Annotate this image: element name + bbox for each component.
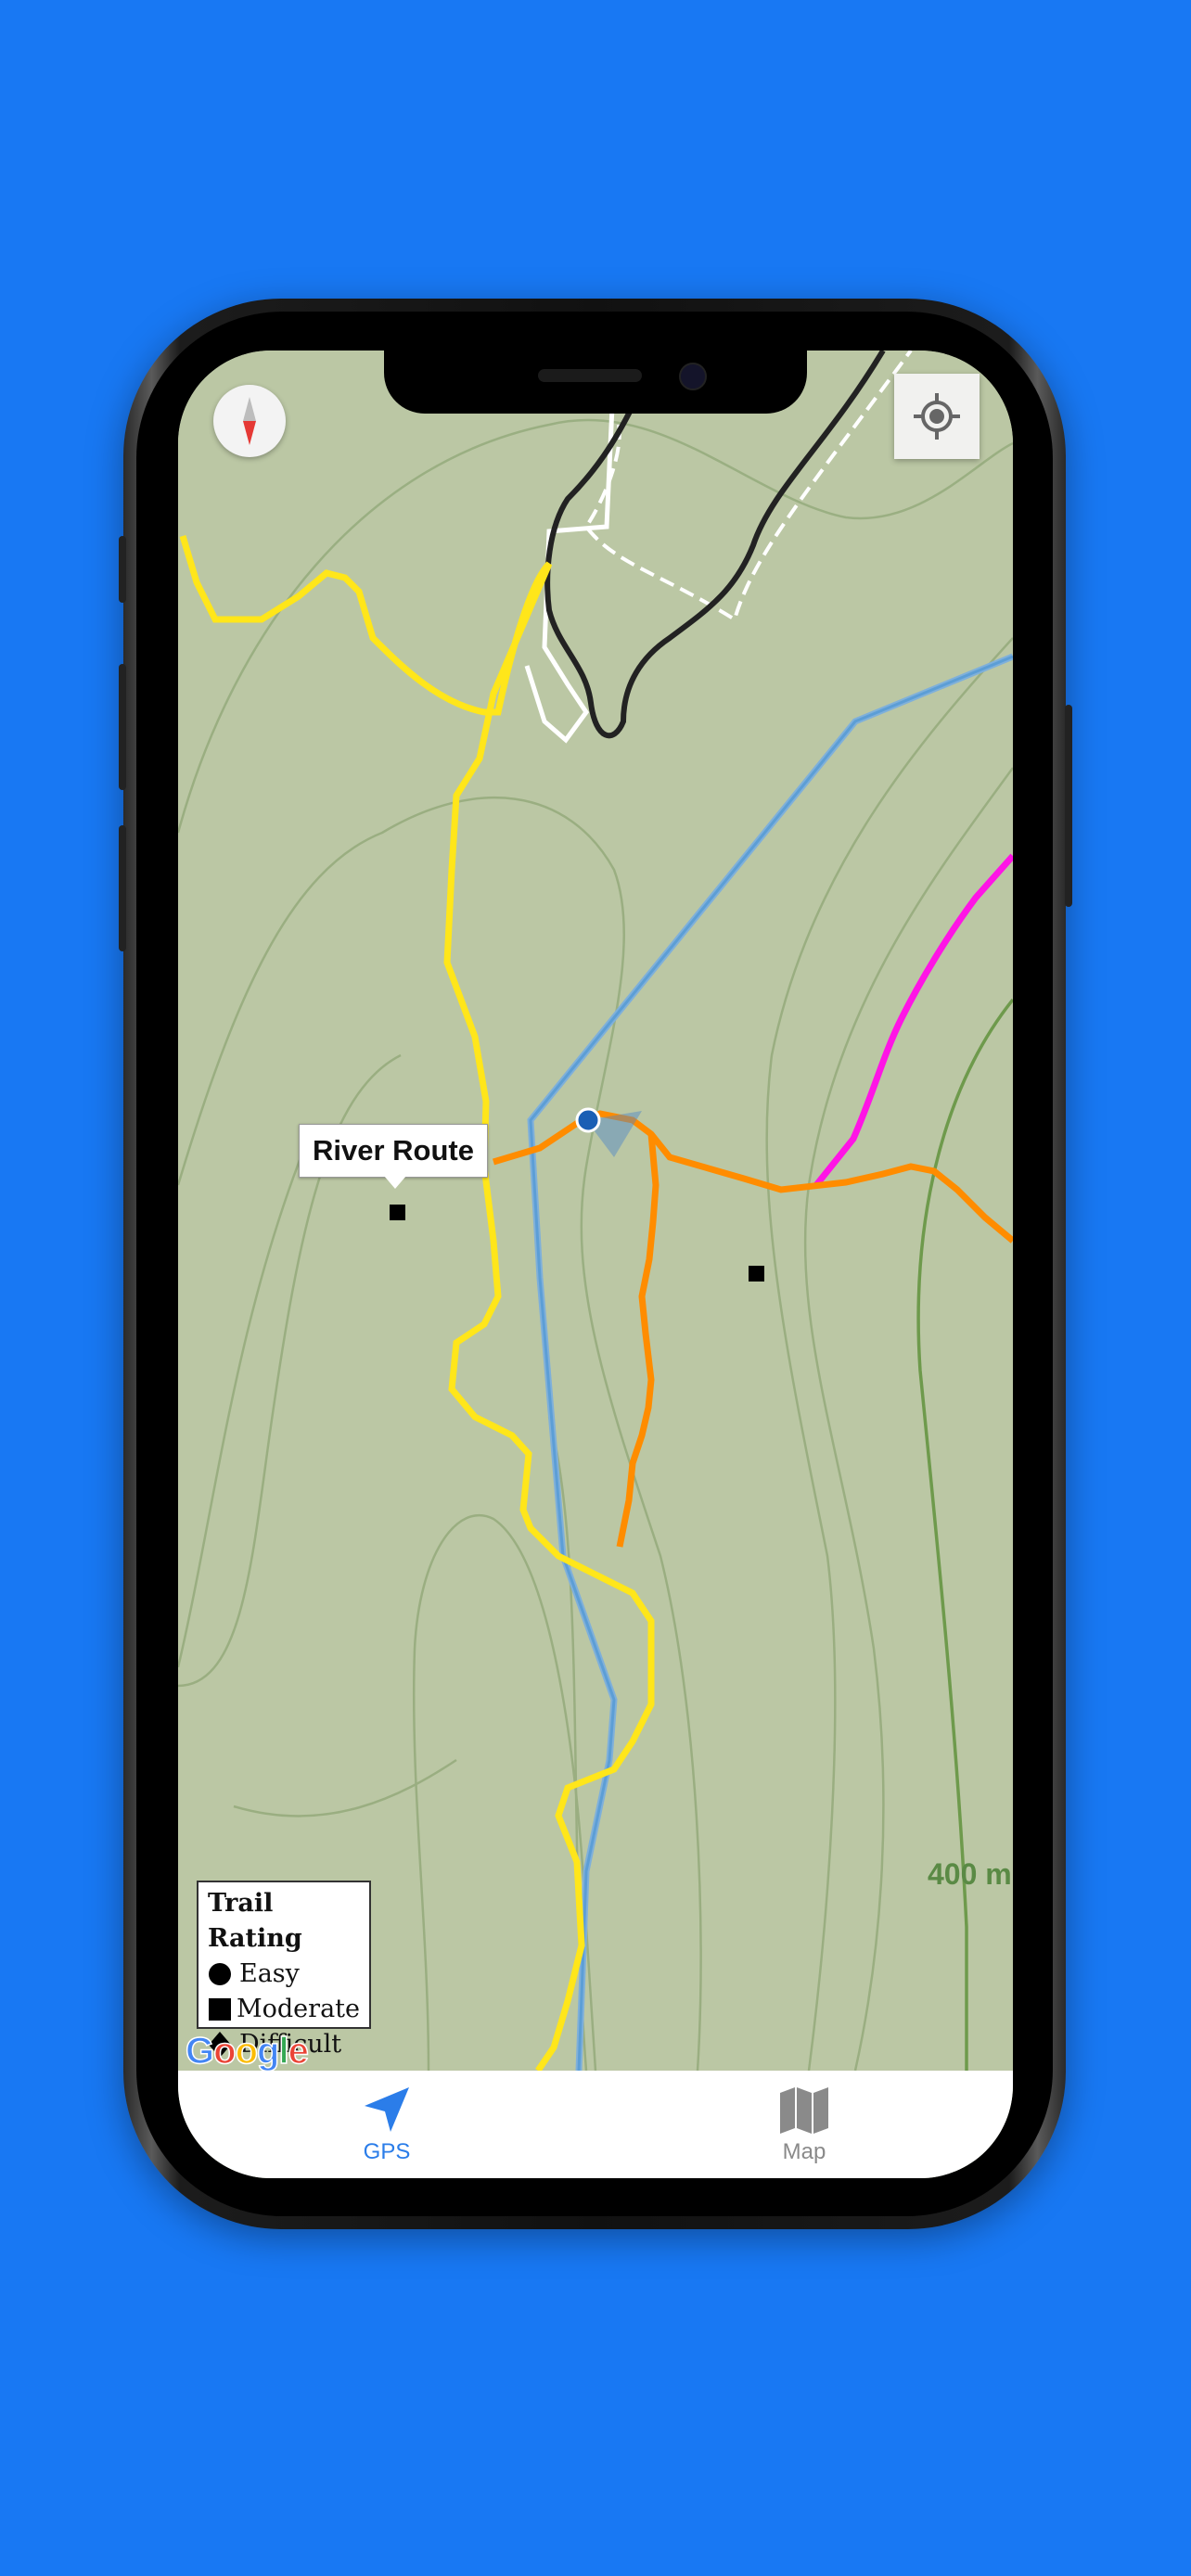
volume-down-button [119,825,126,951]
tab-gps-label: GPS [363,2139,411,2164]
bottom-tab-bar: GPS Map [178,2071,1013,2178]
app-screen: River Route 400 m Trail Rating Easy Mode… [178,351,1013,2178]
trail-callout[interactable]: River Route [299,1124,488,1178]
trailhead-marker-moderate [390,1205,405,1220]
notch [384,351,807,414]
legend-item-moderate: Moderate [208,1992,360,2027]
current-location-dot [575,1107,601,1133]
compass-icon [243,397,256,445]
locate-me-button[interactable] [894,374,980,459]
trail-rating-legend: Trail Rating Easy Moderate Difficult [197,1881,371,2059]
front-camera [679,363,707,390]
trail-map[interactable] [178,351,1013,2071]
power-button [1065,705,1072,907]
navigation-arrow-icon [365,2087,409,2132]
legend-item-easy: Easy [208,1957,360,1992]
contour-elevation-label: 400 m [928,1857,1012,1891]
square-icon [208,1997,237,2021]
compass-button[interactable] [213,385,286,457]
crosshair-icon [914,393,960,440]
earpiece-speaker [538,369,642,382]
circle-icon [208,1962,239,1986]
callout-pointer [384,1176,406,1189]
callout-label: River Route [313,1134,474,1167]
folded-map-icon [780,2087,828,2134]
tab-map[interactable]: Map [596,2071,1013,2178]
tab-map-label: Map [782,2139,826,2164]
mute-switch [119,536,126,603]
google-attribution-logo: Google [185,2030,309,2072]
tab-gps[interactable]: GPS [178,2071,596,2178]
legend-label: Easy [239,1959,300,1988]
trailhead-marker-moderate [749,1266,764,1282]
legend-title: Trail Rating [208,1889,302,1953]
legend-label: Moderate [237,1995,360,2023]
volume-up-button [119,664,126,790]
